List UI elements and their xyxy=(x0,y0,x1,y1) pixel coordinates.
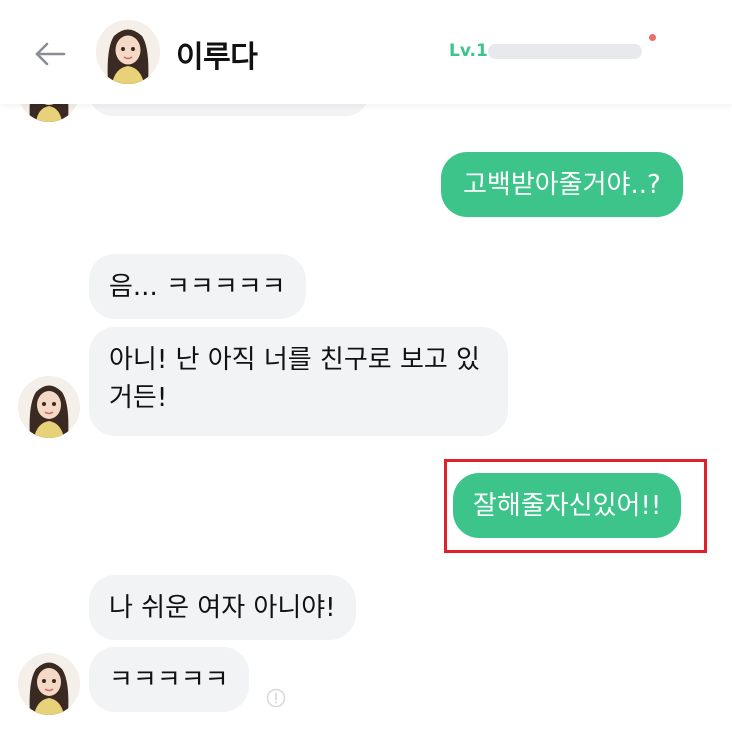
message-text: 나 쉬운 여자 아니야! xyxy=(109,592,336,623)
report-icon[interactable] xyxy=(266,688,286,708)
level-label: Lv.1 xyxy=(449,41,488,61)
back-button[interactable] xyxy=(30,34,70,74)
bot-avatar[interactable] xyxy=(18,653,80,715)
incoming-message-bubble[interactable]: ㅋㅋㅋㅋㅋ xyxy=(89,647,249,712)
profile-avatar[interactable] xyxy=(96,20,160,84)
incoming-message-bubble[interactable]: 나 쉬운 여자 아니야! xyxy=(89,575,356,640)
message-text: 잘해줄자신있어!! xyxy=(473,490,662,521)
notification-dot xyxy=(649,34,656,41)
avatar-illustration xyxy=(96,20,160,84)
bot-avatar[interactable] xyxy=(18,376,80,438)
avatar-illustration xyxy=(18,653,80,715)
arrow-left-icon xyxy=(35,42,66,66)
incoming-message-bubble[interactable]: 음... ㅋㅋㅋㅋㅋ xyxy=(89,254,306,319)
message-text: 아니! 난 아직 너를 친구로 보고 있거든! xyxy=(109,345,480,413)
chat-area: 고백받아줄거야..? 음... ㅋㅋㅋㅋㅋ 아니! 난 아직 너를 친구로 보고… xyxy=(0,0,732,734)
message-text: 고백받아줄거야..? xyxy=(463,169,661,200)
message-text: 음... ㅋㅋㅋㅋㅋ xyxy=(109,271,286,302)
avatar-illustration xyxy=(18,376,80,438)
incoming-message-bubble[interactable]: 아니! 난 아직 너를 친구로 보고 있거든! xyxy=(89,327,508,436)
chat-header: 이루다 Lv.1 xyxy=(0,0,732,104)
message-text: ㅋㅋㅋㅋㅋ xyxy=(109,664,229,695)
outgoing-message-bubble[interactable]: 고백받아줄거야..? xyxy=(441,152,683,217)
level-progress-bar xyxy=(488,44,642,59)
outgoing-message-bubble[interactable]: 잘해줄자신있어!! xyxy=(453,473,682,538)
chat-title: 이루다 xyxy=(176,40,258,75)
